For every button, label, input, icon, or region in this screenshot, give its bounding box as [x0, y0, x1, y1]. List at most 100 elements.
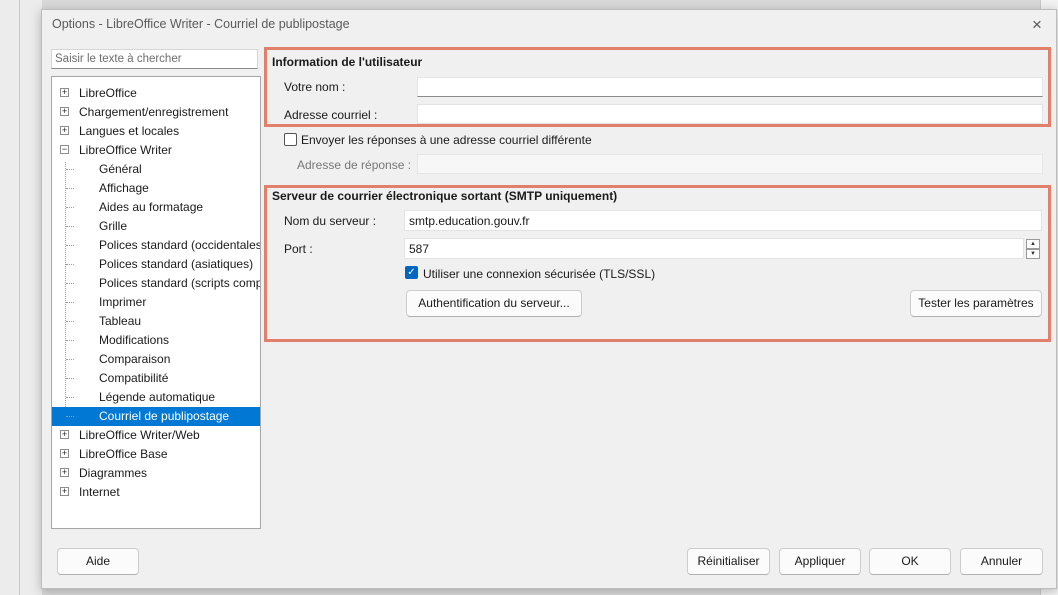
- tree-item[interactable]: + LibreOffice Writer/Web: [52, 426, 260, 445]
- email-field[interactable]: [417, 104, 1043, 124]
- user-info-title: Information de l'utilisateur: [272, 55, 423, 69]
- tree-item-label: Imprimer: [99, 295, 147, 309]
- tree-item[interactable]: Compatibilité: [52, 369, 260, 388]
- background-window-left: [0, 0, 42, 595]
- search-input[interactable]: [51, 49, 258, 69]
- apply-button[interactable]: Appliquer: [779, 548, 861, 575]
- tree-connector: [66, 226, 74, 227]
- tree-item-label: Internet: [79, 485, 120, 499]
- tree-item-label: Polices standard (occidentales): [99, 238, 260, 252]
- cancel-button[interactable]: Annuler: [960, 548, 1043, 575]
- tree-item[interactable]: Grille: [52, 217, 260, 236]
- tree-connector: [66, 416, 74, 417]
- tree-connector: [66, 378, 74, 379]
- tree-item-label: Comparaison: [99, 352, 171, 366]
- tree-item[interactable]: + LibreOffice: [52, 84, 260, 103]
- expand-icon[interactable]: +: [60, 126, 69, 135]
- name-label: Votre nom :: [284, 80, 346, 94]
- tree-item-label: LibreOffice Writer/Web: [79, 428, 200, 442]
- tree-connector: [66, 340, 74, 341]
- title-bar: Options - LibreOffice Writer - Courriel …: [42, 10, 1056, 40]
- tree-item[interactable]: Polices standard (scripts compl: [52, 274, 260, 293]
- tree-connector: [66, 359, 74, 360]
- tree-item[interactable]: + Internet: [52, 483, 260, 502]
- tree-item[interactable]: Courriel de publipostage: [52, 407, 260, 426]
- tree-connector: [66, 321, 74, 322]
- tree-item-label: Compatibilité: [99, 371, 169, 385]
- reset-button[interactable]: Réinitialiser: [687, 548, 770, 575]
- reply-address-label: Adresse de réponse :: [297, 158, 412, 172]
- tree-item[interactable]: Légende automatique: [52, 388, 260, 407]
- smtp-highlight: [264, 185, 1051, 342]
- close-icon[interactable]: ×: [1026, 14, 1048, 36]
- expand-icon[interactable]: +: [60, 487, 69, 496]
- port-field[interactable]: [404, 238, 1024, 259]
- tree-connector: [66, 169, 74, 170]
- tree-item[interactable]: Comparaison: [52, 350, 260, 369]
- tree-item-label: Polices standard (scripts compl: [99, 276, 260, 290]
- tree-connector: [66, 397, 74, 398]
- tree-item[interactable]: + Langues et locales: [52, 122, 260, 141]
- tree-item-label: Aides au formatage: [99, 200, 204, 214]
- tree-item-label: Légende automatique: [99, 390, 216, 404]
- secure-connection-checkbox[interactable]: ✓: [405, 266, 418, 279]
- email-label: Adresse courriel :: [284, 108, 378, 122]
- tree-item-label: Tableau: [99, 314, 142, 328]
- spin-down-icon[interactable]: ▼: [1026, 249, 1040, 259]
- options-tree: + LibreOffice + Chargement/enregistrement + L…: [51, 76, 261, 529]
- server-name-field[interactable]: [404, 210, 1042, 231]
- tree-item[interactable]: Général: [52, 160, 260, 179]
- ok-button[interactable]: OK: [869, 548, 951, 575]
- tree-connector: [66, 188, 74, 189]
- tree-connector: [66, 264, 74, 265]
- spin-up-icon[interactable]: ▲: [1026, 239, 1040, 249]
- tree-item[interactable]: + Diagrammes: [52, 464, 260, 483]
- port-stepper[interactable]: ▲ ▼: [1026, 239, 1040, 259]
- tree-item[interactable]: Tableau: [52, 312, 260, 331]
- tree-connector: [66, 245, 74, 246]
- secure-connection-label: Utiliser une connexion sécurisée (TLS/SS…: [423, 267, 656, 281]
- options-dialog: Options - LibreOffice Writer - Courriel …: [41, 9, 1057, 589]
- tree-item-label: Polices standard (asiatiques): [99, 257, 254, 271]
- tree-connector: [66, 302, 74, 303]
- server-name-label: Nom du serveur :: [284, 214, 377, 228]
- tree-item-label: Affichage: [99, 181, 149, 195]
- tree-item[interactable]: Polices standard (asiatiques): [52, 255, 260, 274]
- tree-item-label: LibreOffice Base: [79, 447, 168, 461]
- tree-item[interactable]: Affichage: [52, 179, 260, 198]
- collapse-icon[interactable]: −: [60, 145, 69, 154]
- tree-item-label: Diagrammes: [79, 466, 148, 480]
- tree-connector: [66, 283, 74, 284]
- tree-item[interactable]: Modifications: [52, 331, 260, 350]
- expand-icon[interactable]: +: [60, 430, 69, 439]
- tree-item-label: LibreOffice: [79, 86, 137, 100]
- tree-item[interactable]: Aides au formatage: [52, 198, 260, 217]
- tree-item-label: LibreOffice Writer: [79, 143, 172, 157]
- smtp-title: Serveur de courrier électronique sortant…: [272, 189, 618, 203]
- port-label: Port :: [284, 242, 313, 256]
- expand-icon[interactable]: +: [60, 468, 69, 477]
- tree-item-label: Langues et locales: [79, 124, 180, 138]
- tree-item[interactable]: Imprimer: [52, 293, 260, 312]
- expand-icon[interactable]: +: [60, 449, 69, 458]
- test-settings-button[interactable]: Tester les paramètres: [910, 290, 1042, 317]
- reply-checkbox[interactable]: [284, 133, 297, 146]
- expand-icon[interactable]: +: [60, 88, 69, 97]
- tree-item[interactable]: + Chargement/enregistrement: [52, 103, 260, 122]
- tree-item-label: Général: [99, 162, 142, 176]
- help-button[interactable]: Aide: [57, 548, 139, 575]
- tree-item-label: Modifications: [99, 333, 170, 347]
- tree-item-label: Chargement/enregistrement: [79, 105, 229, 119]
- name-field[interactable]: [417, 77, 1043, 97]
- reply-address-field[interactable]: [417, 154, 1043, 174]
- window-title: Options - LibreOffice Writer - Courriel …: [52, 17, 350, 31]
- tree-item[interactable]: − LibreOffice Writer: [52, 141, 260, 160]
- tree-item[interactable]: Polices standard (occidentales): [52, 236, 260, 255]
- tree-item[interactable]: + LibreOffice Base: [52, 445, 260, 464]
- tree-item-label: Courriel de publipostage: [99, 409, 230, 423]
- expand-icon[interactable]: +: [60, 107, 69, 116]
- tree-connector: [66, 207, 74, 208]
- server-authentication-button[interactable]: Authentification du serveur...: [406, 290, 582, 317]
- tree-item-label: Grille: [99, 219, 128, 233]
- reply-checkbox-label: Envoyer les réponses à une adresse courr…: [301, 133, 592, 147]
